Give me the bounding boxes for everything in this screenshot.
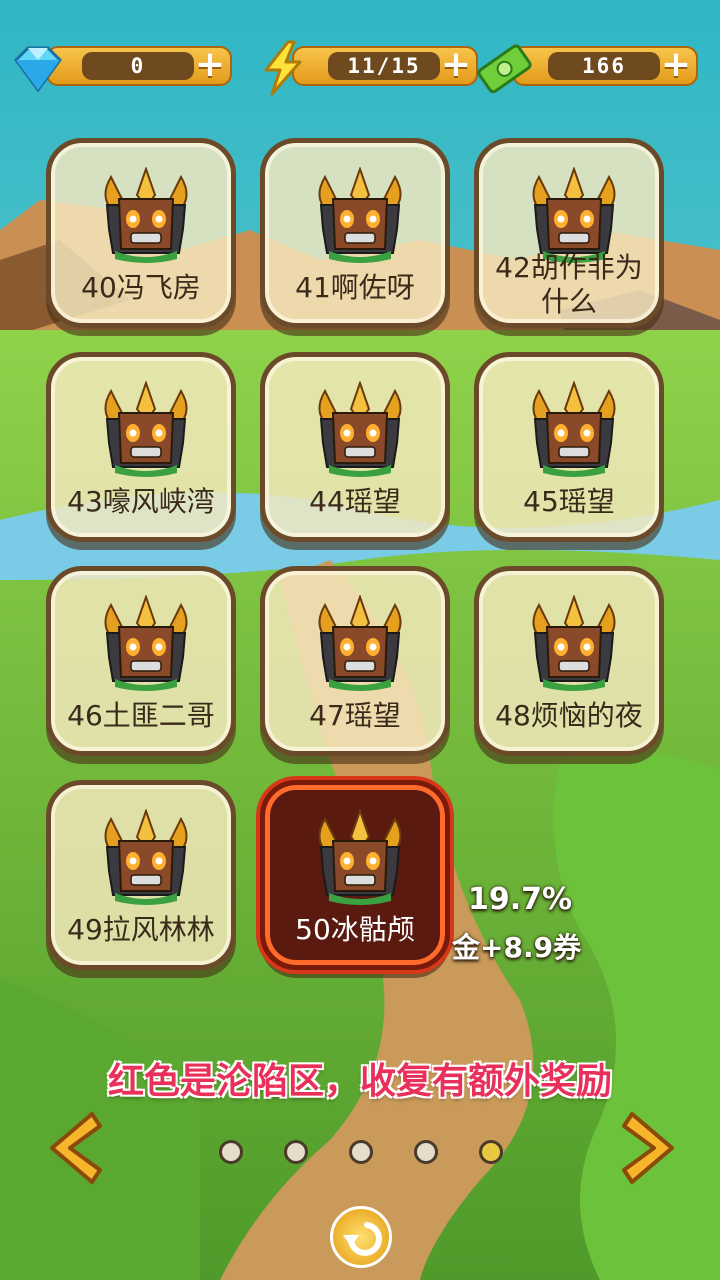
level-tile-9[interactable]: 48烦恼的夜	[474, 566, 664, 756]
tiki-mask-icon	[532, 381, 616, 477]
level-tile-5[interactable]: 44瑶望	[260, 352, 450, 542]
page-dot-4[interactable]	[414, 1140, 438, 1164]
level-tile-2[interactable]: 41啊佐呀	[260, 138, 450, 328]
cash-value: 166	[548, 52, 660, 80]
level-name: 49拉风林林	[67, 913, 215, 946]
level-name: 46土匪二哥	[67, 699, 215, 732]
add-energy-button[interactable]: +	[440, 47, 472, 83]
prev-page-arrow-icon[interactable]	[40, 1108, 104, 1188]
tiki-mask-icon	[104, 381, 188, 477]
tiki-mask-icon	[104, 595, 188, 691]
tiki-mask-icon	[104, 809, 188, 905]
cash-counter: 166 +	[474, 40, 698, 94]
tiki-mask-icon	[318, 167, 402, 263]
add-gems-button[interactable]: +	[194, 47, 226, 83]
page-dot-3[interactable]	[349, 1140, 373, 1164]
energy-counter: 11/15 +	[254, 40, 478, 96]
level-name: 40冯飞房	[81, 271, 201, 304]
level-tile-1[interactable]: 40冯飞房	[46, 138, 236, 328]
level-tile-11[interactable]: 50冰骷颅	[260, 780, 450, 970]
level-tile-3[interactable]: 42胡作非为什么	[474, 138, 664, 328]
tiki-mask-icon	[104, 167, 188, 263]
energy-value: 11/15	[328, 52, 440, 80]
level-tile-7[interactable]: 46土匪二哥	[46, 566, 236, 756]
tiki-mask-icon	[532, 167, 616, 263]
level-name: 48烦恼的夜	[495, 699, 643, 732]
page-dot-2[interactable]	[284, 1140, 308, 1164]
gems-counter: 0 +	[8, 40, 232, 93]
diamond-icon	[14, 46, 62, 93]
back-button[interactable]	[330, 1206, 392, 1268]
level-name: 42胡作非为什么	[495, 251, 643, 318]
next-page-arrow-icon[interactable]	[620, 1108, 684, 1188]
cash-icon	[477, 44, 532, 94]
level-name: 44瑶望	[309, 485, 401, 518]
level-tile-8[interactable]: 47瑶望	[260, 566, 450, 756]
level-tile-6[interactable]: 45瑶望	[474, 352, 664, 542]
occupied-zone-tip: 红色是沦陷区，收复有额外奖励	[107, 1061, 612, 1102]
gems-value: 0	[82, 52, 194, 80]
reward-text: 金+8.9券	[452, 931, 582, 964]
level-name: 45瑶望	[523, 485, 615, 518]
level-tile-4[interactable]: 43嚎风峡湾	[46, 352, 236, 542]
level-name: 43嚎风峡湾	[67, 485, 215, 518]
completion-rate: 19.7%	[468, 882, 573, 917]
tiki-mask-icon	[318, 381, 402, 477]
level-name: 50冰骷颅	[295, 913, 415, 946]
tiki-mask-icon	[318, 809, 402, 905]
page-dot-1[interactable]	[219, 1140, 243, 1164]
level-name: 41啊佐呀	[295, 271, 415, 304]
add-cash-button[interactable]: +	[660, 47, 692, 83]
return-arrow-icon	[343, 1222, 382, 1256]
tiki-mask-icon	[318, 595, 402, 691]
level-name: 47瑶望	[309, 699, 401, 732]
page-dot-5[interactable]	[479, 1140, 503, 1164]
lightning-icon	[264, 40, 302, 96]
level-tile-10[interactable]: 49拉风林林	[46, 780, 236, 970]
tiki-mask-icon	[532, 595, 616, 691]
